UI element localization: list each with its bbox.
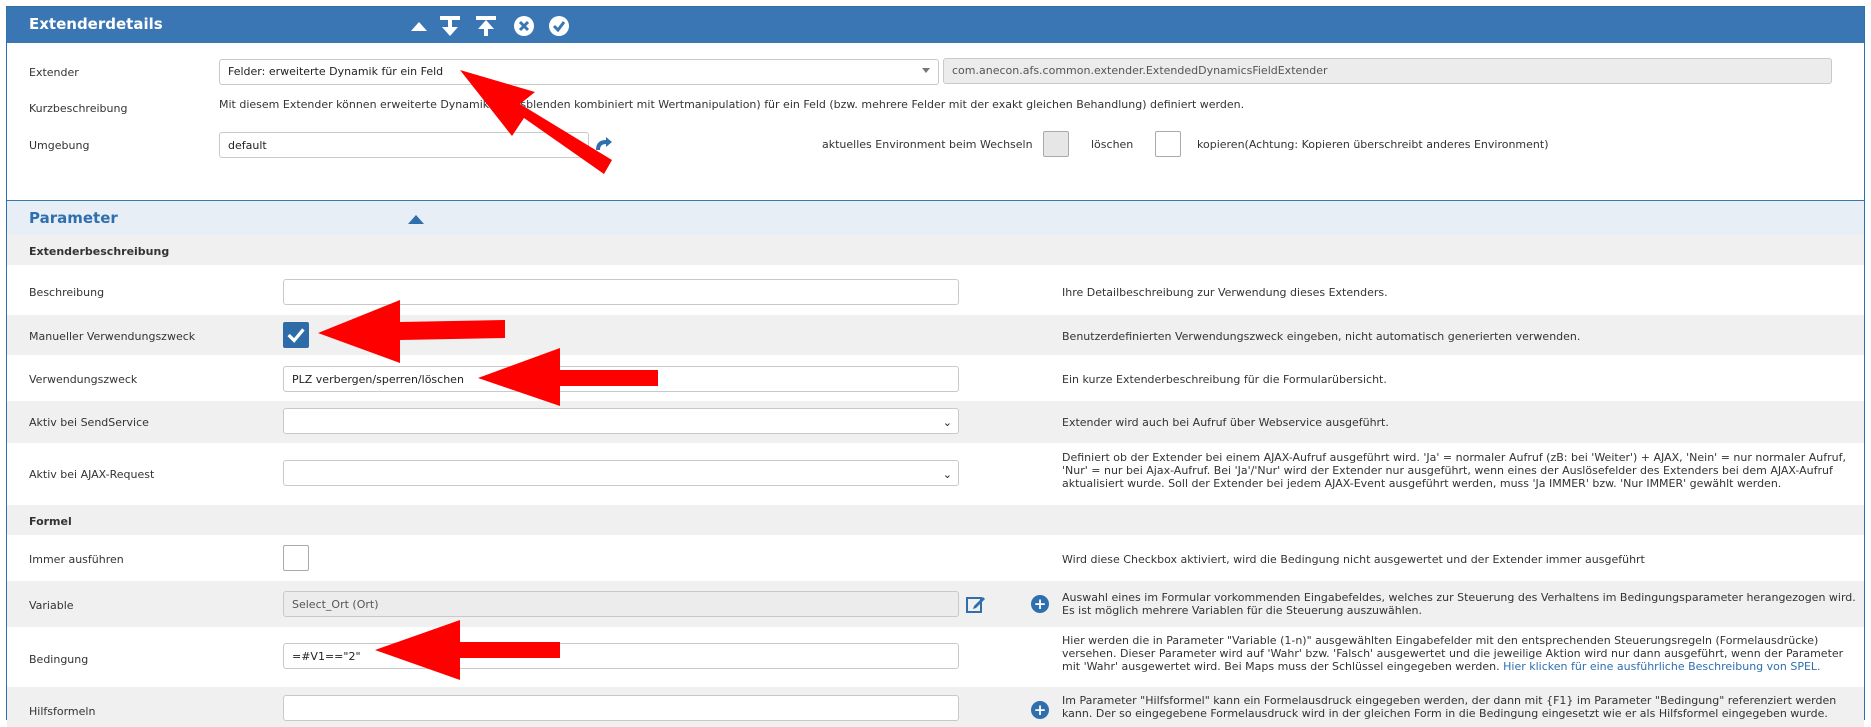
sendservice-hint: Extender wird auch bei Aufruf über Webse…	[1062, 416, 1389, 429]
add-hilfsformel-icon[interactable]: +	[1031, 701, 1049, 719]
row-bedingung: Bedingung =#V1=="2" Hier werden die in P…	[7, 627, 1864, 687]
row-variable: Variable Select_Ort (Ort) + Auswahl eine…	[7, 581, 1864, 627]
row-manueller-verwendungszweck: Manueller Verwendungszweck Benutzerdefin…	[7, 315, 1864, 355]
edit-icon[interactable]	[965, 593, 987, 615]
row-sendservice: Aktiv bei SendService ⌄ Extender wird au…	[7, 401, 1864, 443]
ajax-hint: Definiert ob der Extender bei einem AJAX…	[1062, 451, 1846, 490]
checkmark-icon	[287, 328, 305, 343]
sendservice-label: Aktiv bei SendService	[29, 416, 149, 429]
collapse-parameter-icon[interactable]	[407, 213, 425, 225]
immer-checkbox[interactable]	[283, 545, 309, 571]
env-kopieren-checkbox[interactable]	[1155, 131, 1181, 157]
env-loeschen-checkbox[interactable]	[1043, 131, 1069, 157]
hilfsformeln-hint: Im Parameter "Hilfsformel" kann ein Form…	[1062, 694, 1837, 720]
extender-select[interactable]: Felder: erweiterte Dynamik für ein Feld	[219, 59, 939, 85]
variable-hint: Auswahl eines im Formular vorkommenden E…	[1062, 591, 1856, 617]
parameter-section-header: Parameter	[7, 200, 1864, 236]
env-loeschen-label: löschen	[1091, 138, 1134, 151]
group-row-formel: Formel	[7, 505, 1864, 535]
hilfsformeln-textarea[interactable]	[283, 695, 959, 721]
beschreibung-label: Beschreibung	[29, 286, 105, 299]
row-beschreibung: Beschreibung Ihre Detailbeschreibung zur…	[7, 265, 1864, 315]
variable-value: Select_Ort (Ort)	[292, 598, 379, 611]
row-verwendungszweck: Verwendungszweck PLZ verbergen/sperren/l…	[7, 355, 1864, 401]
dropdown-arrow-icon	[922, 68, 930, 73]
extender-details-panel: Extenderdetails Extender Felder: erweite…	[6, 6, 1865, 727]
extender-label: Extender	[29, 66, 79, 79]
add-variable-icon[interactable]: +	[1031, 595, 1049, 613]
group-row-extenderbeschreibung: Extenderbeschreibung	[7, 235, 1864, 265]
move-down-icon[interactable]	[438, 15, 462, 37]
umgebung-label: Umgebung	[29, 139, 90, 152]
extender-class-value: com.anecon.afs.common.extender.ExtendedD…	[952, 64, 1328, 77]
immer-label: Immer ausführen	[29, 553, 124, 566]
row-ajax: Aktiv bei AJAX-Request ⌄ Definiert ob de…	[7, 443, 1864, 505]
refresh-environment-icon[interactable]	[592, 136, 616, 156]
beschreibung-textarea[interactable]	[283, 279, 959, 305]
group-label-formel: Formel	[29, 515, 72, 528]
panel-title: Extenderdetails	[29, 15, 163, 33]
umgebung-input[interactable]: default	[219, 132, 589, 158]
collapse-up-icon[interactable]	[407, 15, 431, 37]
verwendungszweck-textarea[interactable]: PLZ verbergen/sperren/löschen	[283, 366, 959, 392]
chevron-down-icon: ⌄	[942, 416, 952, 429]
verwendungszweck-hint: Ein kurze Extenderbeschreibung für die F…	[1062, 373, 1387, 386]
move-up-icon[interactable]	[474, 15, 498, 37]
row-immer-ausfuehren: Immer ausführen Wird diese Checkbox akti…	[7, 535, 1864, 581]
extender-class-field: com.anecon.afs.common.extender.ExtendedD…	[943, 58, 1832, 84]
group-label-extenderbeschreibung: Extenderbeschreibung	[29, 245, 170, 258]
verwendungszweck-value: PLZ verbergen/sperren/löschen	[292, 373, 464, 386]
env-switch-text: aktuelles Environment beim Wechseln	[822, 138, 1033, 151]
ajax-select[interactable]: ⌄	[283, 460, 959, 486]
ajax-label: Aktiv bei AJAX-Request	[29, 468, 155, 481]
confirm-icon[interactable]	[547, 15, 571, 37]
spel-help-link[interactable]: Hier klicken für eine ausführliche Besch…	[1503, 660, 1820, 673]
manuell-hint: Benutzerdefinierten Verwendungszweck ein…	[1062, 330, 1581, 343]
variable-field: Select_Ort (Ort)	[283, 591, 959, 617]
chevron-down-icon: ⌄	[942, 468, 952, 481]
verwendungszweck-label: Verwendungszweck	[29, 373, 138, 386]
manuell-checkbox[interactable]	[283, 322, 309, 348]
variable-label: Variable	[29, 599, 74, 612]
kurzbeschreibung-label: Kurzbeschreibung	[29, 102, 128, 115]
parameter-title: Parameter	[29, 209, 118, 227]
extender-select-value: Felder: erweiterte Dynamik für ein Feld	[228, 65, 444, 78]
beschreibung-hint: Ihre Detailbeschreibung zur Verwendung d…	[1062, 286, 1388, 299]
immer-hint: Wird diese Checkbox aktiviert, wird die …	[1062, 553, 1645, 566]
bedingung-label: Bedingung	[29, 653, 89, 666]
panel-titlebar: Extenderdetails	[7, 7, 1864, 43]
sendservice-select[interactable]: ⌄	[283, 408, 959, 434]
cancel-icon[interactable]	[512, 15, 536, 37]
umgebung-value: default	[228, 139, 267, 152]
env-kopieren-label: kopieren(Achtung: Kopieren überschreibt …	[1197, 138, 1549, 151]
row-hilfsformeln: Hilfsformeln + Im Parameter "Hilfsformel…	[7, 687, 1864, 727]
bedingung-textarea[interactable]: =#V1=="2"	[283, 643, 959, 669]
bedingung-value: =#V1=="2"	[292, 650, 361, 663]
hilfsformeln-label: Hilfsformeln	[29, 705, 96, 718]
kurzbeschreibung-text: Mit diesem Extender können erweiterte Dy…	[219, 98, 1245, 111]
manuell-label: Manueller Verwendungszweck	[29, 330, 196, 343]
